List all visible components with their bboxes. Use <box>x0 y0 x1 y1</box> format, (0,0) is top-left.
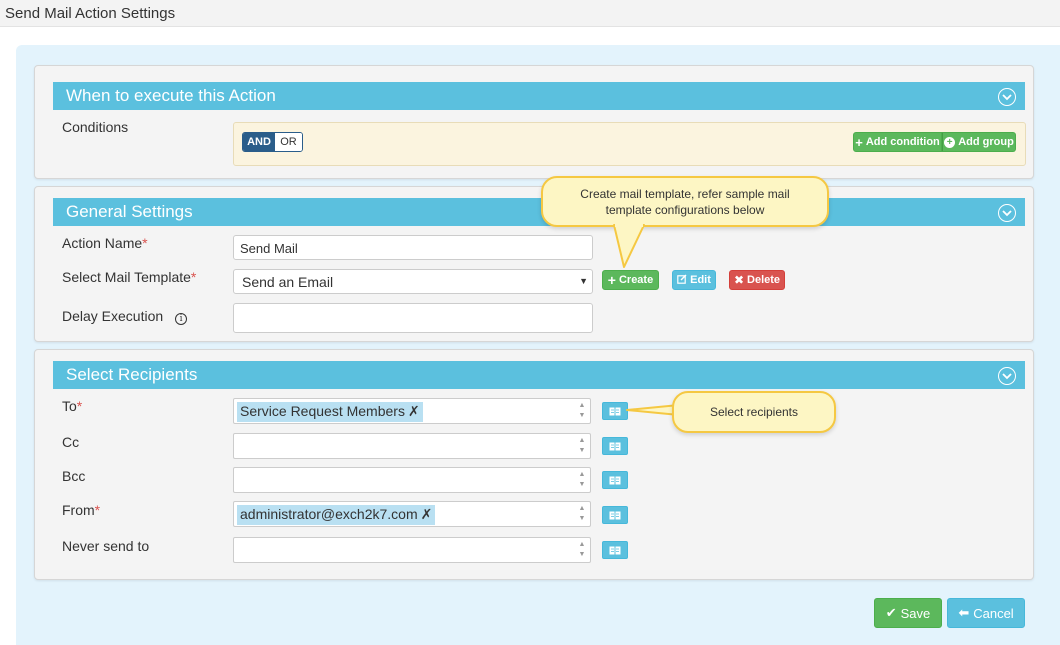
never-send-label: Never send to <box>62 538 150 554</box>
address-book-button[interactable] <box>602 437 628 455</box>
title-bar: Send Mail Action Settings <box>0 0 1060 27</box>
spinner-icon[interactable]: ▲ ▼ <box>577 541 587 559</box>
save-label: Save <box>900 605 931 621</box>
action-name-label: Action Name* <box>62 235 148 251</box>
address-book-icon <box>609 511 621 519</box>
never-send-field[interactable]: ▲ ▼ <box>233 537 591 563</box>
remove-tag-icon[interactable]: ✗ <box>421 506 433 522</box>
address-book-icon <box>609 546 621 554</box>
spinner-icon[interactable]: ▲ ▼ <box>577 471 587 489</box>
bcc-label: Bcc <box>62 468 86 484</box>
mail-template-select[interactable]: Send an Email ▼ <box>233 269 593 294</box>
edit-template-button[interactable]: Edit <box>672 270 716 290</box>
address-book-icon <box>609 407 621 415</box>
template-callout-text: Create mail template, refer sample mail … <box>580 187 790 217</box>
cc-field[interactable]: ▲ ▼ <box>233 433 591 459</box>
template-callout-pointer <box>613 223 645 268</box>
when-panel-title: When to execute this Action <box>66 86 276 105</box>
recipient-tag: Service Request Members ✗ <box>237 402 423 422</box>
add-group-button[interactable]: + Add group <box>942 132 1016 152</box>
bcc-field[interactable]: ▲ ▼ <box>233 467 591 493</box>
chevron-down-icon[interactable] <box>998 88 1016 106</box>
plus-icon: + <box>607 272 616 288</box>
or-button[interactable]: OR <box>275 133 302 151</box>
from-label: From* <box>62 502 101 518</box>
arrow-left-icon: ⬅ <box>958 605 970 620</box>
spinner-icon[interactable]: ▲ ▼ <box>577 402 587 420</box>
address-book-icon <box>609 476 621 484</box>
add-group-label: Add group <box>958 136 1014 148</box>
address-book-button[interactable] <box>602 541 628 559</box>
chevron-down-icon[interactable] <box>998 367 1016 385</box>
edit-label: Edit <box>690 274 711 286</box>
address-book-button[interactable] <box>602 471 628 489</box>
conditions-label: Conditions <box>62 119 129 135</box>
create-label: Create <box>618 274 654 286</box>
and-button[interactable]: AND <box>243 133 275 151</box>
recipients-panel-header[interactable]: Select Recipients <box>53 361 1025 389</box>
and-or-toggle: AND OR <box>242 132 303 152</box>
required-mark: * <box>76 398 83 414</box>
cancel-label: Cancel <box>973 605 1014 621</box>
cancel-button[interactable]: ⬅ Cancel <box>947 598 1025 628</box>
create-template-button[interactable]: + Create <box>602 270 659 290</box>
check-icon: ✔ <box>885 605 897 620</box>
general-panel-header[interactable]: General Settings <box>53 198 1025 226</box>
general-panel: General Settings Action Name* Send Mail … <box>34 186 1034 342</box>
add-condition-button[interactable]: + Add condition <box>853 132 942 152</box>
when-panel-header[interactable]: When to execute this Action <box>53 82 1025 110</box>
to-field[interactable]: Service Request Members ✗ ▲ ▼ <box>233 398 591 424</box>
edit-icon <box>677 274 687 287</box>
required-mark: * <box>94 502 101 518</box>
delete-template-button[interactable]: ✖ Delete <box>729 270 785 290</box>
spinner-icon[interactable]: ▲ ▼ <box>577 437 587 455</box>
recipients-callout-text: Select recipients <box>709 405 799 419</box>
save-button[interactable]: ✔ Save <box>874 598 942 628</box>
spinner-icon[interactable]: ▲ ▼ <box>577 505 587 523</box>
cc-label: Cc <box>62 434 80 450</box>
from-field[interactable]: administrator@exch2k7.com ✗ ▲ ▼ <box>233 501 591 527</box>
conditions-builder: AND OR + Add condition + Add group <box>233 122 1026 166</box>
caret-down-icon: ▼ <box>579 276 588 286</box>
delay-label: Delay Execution i <box>62 308 188 325</box>
delete-label: Delete <box>747 274 781 286</box>
required-mark: * <box>190 269 197 285</box>
recipients-panel-title: Select Recipients <box>66 365 198 384</box>
template-callout: Create mail template, refer sample mail … <box>541 176 829 227</box>
info-icon[interactable]: i <box>175 313 188 325</box>
chevron-down-icon[interactable] <box>998 204 1016 222</box>
template-label: Select Mail Template* <box>62 269 197 285</box>
mail-template-value: Send an Email <box>242 274 334 290</box>
plus-circle-icon: + <box>944 136 956 148</box>
required-mark: * <box>142 235 148 251</box>
page-title: Send Mail Action Settings <box>5 5 176 22</box>
recipients-callout: Select recipients <box>672 391 836 433</box>
action-name-input[interactable]: Send Mail <box>233 235 593 260</box>
delay-execution-input[interactable] <box>233 303 593 333</box>
address-book-icon <box>609 442 621 450</box>
general-panel-title: General Settings <box>66 202 193 221</box>
remove-tag-icon[interactable]: ✗ <box>408 403 420 419</box>
plus-icon: + <box>855 134 863 150</box>
recipients-panel: Select Recipients To* Service Request Me… <box>34 349 1034 580</box>
address-book-button[interactable] <box>602 506 628 524</box>
to-label: To* <box>62 398 83 414</box>
close-icon: ✖ <box>733 273 745 287</box>
add-condition-label: Add condition <box>865 136 940 148</box>
sender-tag: administrator@exch2k7.com ✗ <box>237 505 436 525</box>
when-panel: When to execute this Action Conditions A… <box>34 65 1034 179</box>
